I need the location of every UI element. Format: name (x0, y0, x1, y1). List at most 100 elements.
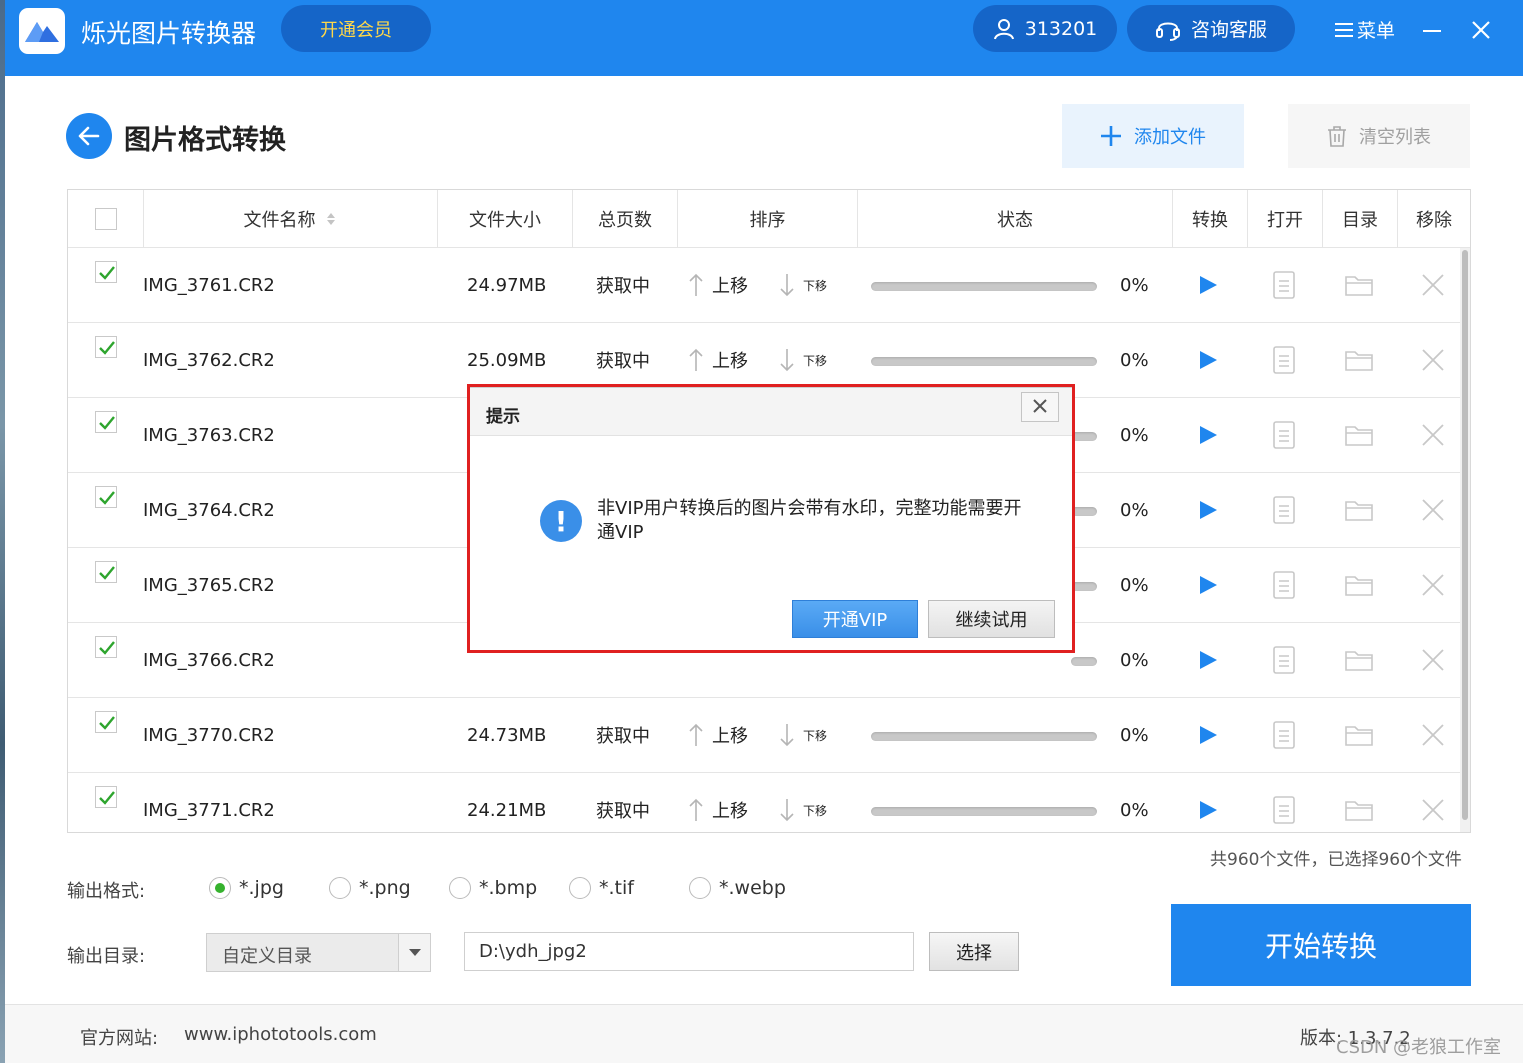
continue-trial-button[interactable]: 继续试用 (928, 600, 1055, 638)
customer-service-button[interactable]: 咨询客服 (1127, 5, 1295, 52)
column-header-folder: 目录 (1323, 190, 1398, 248)
row-checkbox[interactable] (95, 636, 117, 658)
clear-list-button[interactable]: 清空列表 (1288, 104, 1470, 168)
row-checkbox[interactable] (95, 261, 117, 283)
move-up-button[interactable]: 上移 (688, 248, 748, 322)
open-folder-button[interactable] (1345, 623, 1373, 697)
move-up-button[interactable]: 上移 (688, 698, 748, 772)
info-exclamation-icon: ! (540, 500, 582, 542)
open-folder-button[interactable] (1345, 548, 1373, 622)
open-folder-button[interactable] (1345, 773, 1373, 832)
convert-button[interactable] (1197, 398, 1219, 472)
progress-percent: 0% (1120, 274, 1149, 296)
page-count: 获取中 (596, 801, 650, 822)
convert-button[interactable] (1197, 248, 1219, 322)
open-folder-button[interactable] (1345, 323, 1373, 397)
format-radio-webp[interactable]: *.webp (689, 877, 786, 899)
open-folder-button[interactable] (1345, 248, 1373, 322)
remove-row-button[interactable] (1421, 698, 1445, 772)
document-icon (1273, 346, 1295, 374)
open-file-button[interactable] (1273, 623, 1295, 697)
convert-button[interactable] (1197, 698, 1219, 772)
move-down-button[interactable]: 下移 (779, 323, 827, 397)
window-close-button[interactable] (1467, 14, 1495, 44)
row-checkbox[interactable] (95, 561, 117, 583)
select-all-cell (68, 190, 144, 248)
close-icon (1422, 799, 1444, 821)
open-vip-button[interactable]: 开通VIP (792, 600, 918, 638)
output-path-input[interactable] (464, 932, 914, 971)
remove-row-button[interactable] (1421, 473, 1445, 547)
remove-row-button[interactable] (1421, 623, 1445, 697)
user-account-button[interactable]: 313201 (973, 5, 1117, 52)
play-icon (1200, 651, 1217, 669)
open-file-button[interactable] (1273, 473, 1295, 547)
move-down-button[interactable]: 下移 (779, 698, 827, 772)
file-name: IMG_3770.CR2 (143, 724, 275, 746)
format-radio-tif[interactable]: *.tif (569, 877, 634, 899)
open-folder-button[interactable] (1345, 698, 1373, 772)
open-file-button[interactable] (1273, 773, 1295, 832)
format-radio-bmp[interactable]: *.bmp (449, 877, 537, 899)
start-convert-button[interactable]: 开始转换 (1171, 904, 1471, 986)
column-header-name[interactable]: 文件名称 (144, 190, 438, 248)
open-file-button[interactable] (1273, 548, 1295, 622)
remove-row-button[interactable] (1421, 398, 1445, 472)
move-up-button[interactable]: 上移 (688, 323, 748, 397)
open-file-button[interactable] (1273, 398, 1295, 472)
arrow-down-icon (780, 724, 794, 747)
convert-button[interactable] (1197, 473, 1219, 547)
remove-row-button[interactable] (1421, 773, 1445, 832)
app-logo-icon (19, 8, 65, 54)
row-checkbox[interactable] (95, 786, 117, 808)
app-title: 烁光图片转换器 (81, 19, 257, 48)
table-scrollbar[interactable] (1460, 248, 1470, 832)
move-up-button[interactable]: 上移 (688, 773, 748, 832)
back-button[interactable] (66, 113, 112, 159)
move-down-button[interactable]: 下移 (779, 248, 827, 322)
desktop-edge (0, 0, 5, 1063)
close-icon (1422, 424, 1444, 446)
row-checkbox[interactable] (95, 711, 117, 733)
convert-button[interactable] (1197, 773, 1219, 832)
progress-bar (871, 282, 1097, 291)
file-count-text: 共960个文件，已选择960个文件 (1210, 850, 1462, 870)
format-radio-png[interactable]: *.png (329, 877, 411, 899)
vip-membership-button[interactable]: 开通会员 (281, 5, 431, 52)
convert-button[interactable] (1197, 548, 1219, 622)
convert-button[interactable] (1197, 623, 1219, 697)
remove-row-button[interactable] (1421, 248, 1445, 322)
choose-dir-button[interactable]: 选择 (929, 932, 1019, 971)
menu-button[interactable]: 菜单 (1335, 16, 1395, 43)
output-dir-select[interactable]: 自定义目录 (206, 933, 431, 972)
open-file-button[interactable] (1273, 323, 1295, 397)
column-header-pages: 总页数 (573, 190, 678, 248)
arrow-up-icon (689, 348, 703, 371)
minimize-button[interactable] (1421, 14, 1445, 44)
arrow-up-icon (689, 723, 703, 746)
row-checkbox[interactable] (95, 411, 117, 433)
website-link[interactable]: www.iphototools.com (184, 1024, 377, 1045)
remove-row-button[interactable] (1421, 548, 1445, 622)
folder-icon (1345, 801, 1373, 821)
select-all-checkbox[interactable] (94, 208, 117, 230)
close-icon (1033, 399, 1047, 413)
dialog-close-button[interactable] (1021, 392, 1059, 422)
row-checkbox[interactable] (95, 486, 117, 508)
open-file-button[interactable] (1273, 248, 1295, 322)
close-icon (1422, 274, 1444, 296)
scrollbar-thumb[interactable] (1462, 250, 1468, 820)
open-folder-button[interactable] (1345, 398, 1373, 472)
folder-icon (1345, 351, 1373, 371)
move-down-button[interactable]: 下移 (779, 773, 827, 832)
radio-dot (449, 877, 471, 899)
convert-button[interactable] (1197, 323, 1219, 397)
add-file-button[interactable]: 添加文件 (1062, 104, 1244, 168)
format-radio-jpg[interactable]: *.jpg (209, 877, 284, 899)
progress-percent: 0% (1120, 499, 1149, 521)
row-checkbox[interactable] (95, 336, 117, 358)
open-file-button[interactable] (1273, 698, 1295, 772)
column-header-status: 状态 (858, 190, 1173, 248)
open-folder-button[interactable] (1345, 473, 1373, 547)
remove-row-button[interactable] (1421, 323, 1445, 397)
